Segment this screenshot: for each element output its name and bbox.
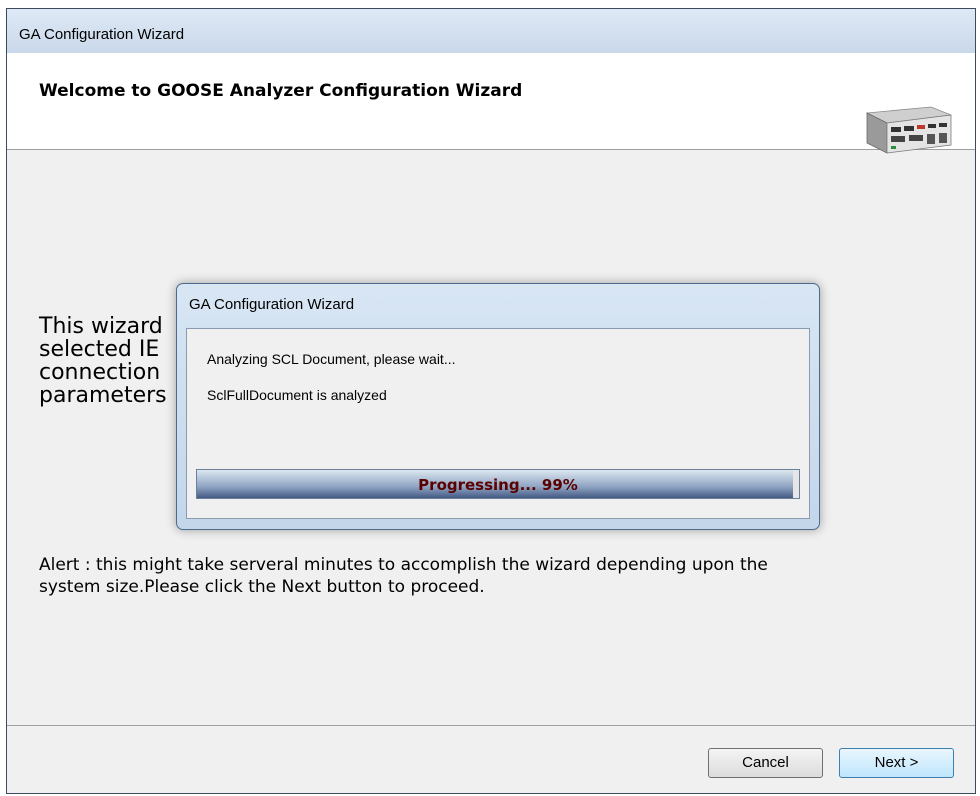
alert-line: Alert : this might take serveral minutes… (39, 555, 768, 575)
cancel-button[interactable]: Cancel (708, 748, 823, 778)
next-button[interactable]: Next > (839, 748, 954, 778)
progress-bar: Progressing... 99% (196, 469, 800, 499)
dialog-content: Analyzing SCL Document, please wait... S… (186, 328, 810, 519)
title-bar[interactable]: GA Configuration Wizard (7, 9, 975, 54)
dialog-title: GA Configuration Wizard (189, 296, 355, 313)
progress-label: Progressing... 99% (418, 476, 578, 494)
wizard-header: Welcome to GOOSE Analyzer Configuration … (7, 53, 975, 154)
dialog-message-status: SclFullDocument is analyzed (207, 387, 387, 403)
header-title: Welcome to GOOSE Analyzer Configuration … (39, 81, 523, 101)
window-title: GA Configuration Wizard (19, 26, 185, 43)
progress-dialog: GA Configuration Wizard Analyzing SCL Do… (176, 283, 820, 530)
alert-text: Alert : this might take serveral minutes… (39, 554, 939, 598)
dialog-message-analyzing: Analyzing SCL Document, please wait... (207, 351, 456, 367)
footer-divider (7, 725, 975, 726)
alert-line: system size.Please click the Next button… (39, 577, 485, 597)
device-icon (865, 106, 952, 154)
